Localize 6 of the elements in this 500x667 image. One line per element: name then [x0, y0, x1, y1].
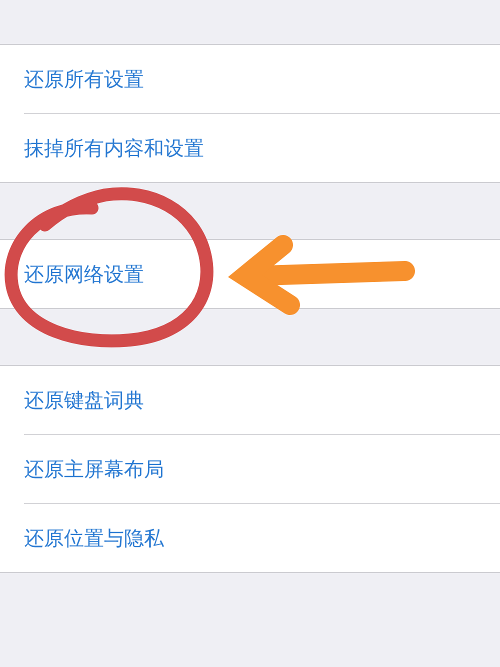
reset-option[interactable]: 抹掉所有内容和设置: [24, 134, 204, 162]
reset-option[interactable]: 还原主屏幕布局: [24, 456, 164, 482]
reset-option[interactable]: 还原键盘词典: [24, 386, 144, 414]
reset-option[interactable]: 还原网络设置: [24, 260, 144, 288]
reset-option[interactable]: 还原位置与隐私: [24, 524, 164, 552]
reset-option[interactable]: 还原所有设置: [24, 66, 144, 92]
